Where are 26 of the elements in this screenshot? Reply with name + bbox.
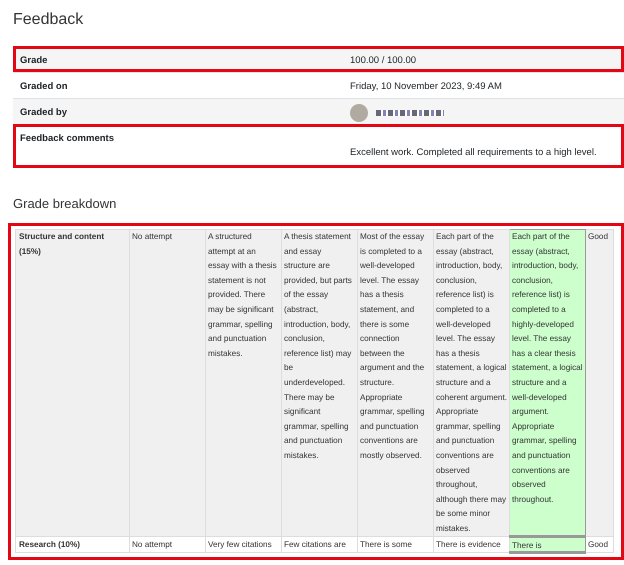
section-title: Grade breakdown <box>13 196 118 211</box>
remark-cell: Good <box>586 230 614 537</box>
row-value: Friday, 10 November 2023, 9:49 AM <box>350 80 502 94</box>
blurred-name <box>376 110 444 116</box>
remark-cell: Good <box>586 536 614 553</box>
level-cell: There is some <box>358 536 434 553</box>
row-label: Grade <box>20 54 48 68</box>
avatar <box>350 104 368 122</box>
level-cell: Each part of the essay (abstract, introduction, body, conclusion, reference list) is completed to a well-developed level. The essay has a thesis statement, a logical structure and a coherent argument. Appropriate grammar, spelling and punctuation conventions are observed throughout, although there may be some minor mistakes. <box>434 230 510 537</box>
level-cell: Most of the essay is completed to a well-developed level. The essay has a thesis statement, and there is some connection between the argument and the structure. Appropriate grammar, spelling and punctuation conventions are mostly observed. <box>358 230 434 537</box>
level-cell: There is evidence <box>434 536 510 553</box>
level-cell: A thesis statement and essay structure are provided, but parts of the essay (abstract, introduction, body, conclusion, reference list) may be underdeveloped. There may be significant grammar, spelling and punctuation mistakes. <box>282 230 358 537</box>
level-cell: Few citations are <box>282 536 358 553</box>
level-cell: No attempt <box>130 536 206 553</box>
row-value: Excellent work. Completed all requirements to a high level. <box>350 146 597 160</box>
level-cell: Very few citations <box>206 536 282 553</box>
criterion-cell: Structure and content (15%) <box>16 230 130 537</box>
level-cell: No attempt <box>130 230 206 537</box>
row-label: Graded on <box>20 80 69 94</box>
row-value: 100.00 / 100.00 <box>350 54 416 68</box>
level-cell: A structured attempt at an essay with a thesis statement is not provided. There may be significant grammar, spelling and punctuation mistakes. <box>206 230 282 537</box>
level-cell: Each part of the essay (abstract, introduction, body, conclusion, reference list) is completed to a highly-developed level. The essay has a clear thesis statement, a logical structure and a well-developed argument. Appropriate grammar, spelling and punctuation conventions are observed throughout. <box>510 230 586 537</box>
row-label: Feedback comments <box>20 132 115 146</box>
criterion-cell: Research (10%) <box>16 536 130 553</box>
row-label: Graded by <box>20 106 68 120</box>
page-title: Feedback <box>13 11 84 29</box>
